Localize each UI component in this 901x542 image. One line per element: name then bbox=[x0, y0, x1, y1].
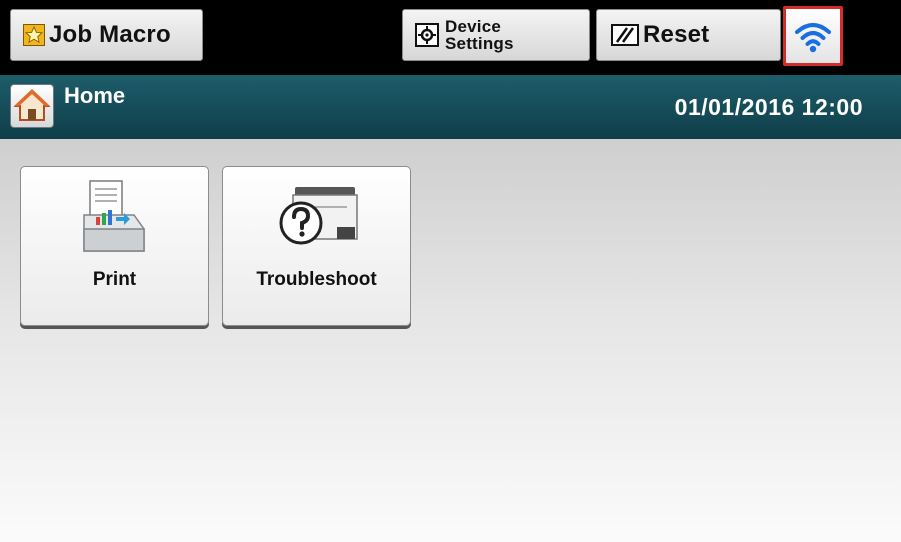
device-settings-label: Device Settings bbox=[445, 17, 514, 53]
troubleshoot-icon bbox=[271, 177, 363, 264]
device-home-screen: Job Macro Device Settings Reset Home 01/… bbox=[0, 0, 901, 542]
datetime-display: 01/01/2016 12:00 bbox=[674, 94, 863, 120]
job-macro-label: Job Macro bbox=[49, 21, 171, 48]
reset-button[interactable]: Reset bbox=[596, 9, 781, 61]
page-title: Home bbox=[64, 83, 126, 108]
troubleshoot-label: Troubleshoot bbox=[256, 269, 377, 290]
top-bar: Job Macro Device Settings Reset bbox=[0, 0, 901, 75]
device-settings-button[interactable]: Device Settings bbox=[402, 9, 590, 61]
print-tile[interactable]: Print bbox=[20, 166, 209, 326]
print-label: Print bbox=[92, 269, 137, 290]
troubleshoot-tile[interactable]: Troubleshoot bbox=[222, 166, 411, 326]
reset-label: Reset bbox=[643, 21, 710, 48]
job-macro-button[interactable]: Job Macro bbox=[10, 9, 203, 61]
star-icon bbox=[23, 24, 45, 46]
gear-icon bbox=[415, 23, 439, 47]
reset-icon bbox=[611, 24, 639, 46]
home-icon[interactable] bbox=[10, 84, 54, 128]
wifi-button[interactable] bbox=[783, 6, 843, 66]
print-icon bbox=[74, 177, 156, 264]
wifi-icon bbox=[795, 23, 831, 53]
